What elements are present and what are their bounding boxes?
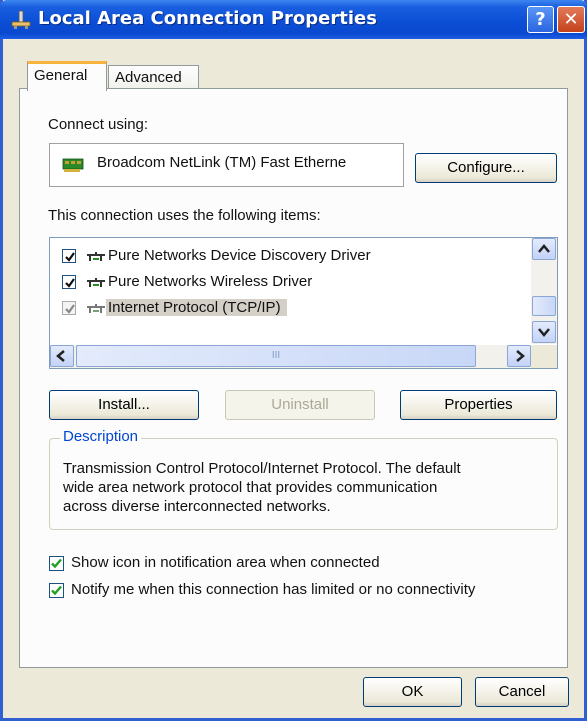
list-item[interactable]: Internet Protocol (TCP/IP) [50, 298, 530, 322]
item-label: Internet Protocol (TCP/IP) [106, 299, 287, 316]
title-bar[interactable]: Local Area Connection Properties ? ✕ [0, 0, 587, 39]
adapter-name: Broadcom NetLink (TM) Fast Etherne [97, 154, 347, 171]
network-connection-icon [11, 10, 31, 29]
scroll-up-button[interactable] [532, 238, 556, 260]
components-list[interactable]: Pure Networks Device Discovery Driver Pu… [49, 237, 558, 369]
vertical-scrollbar[interactable] [531, 238, 557, 344]
window-title: Local Area Connection Properties [38, 8, 377, 29]
chevron-left-icon [56, 350, 65, 362]
scroll-left-button[interactable] [50, 345, 74, 367]
notify-checkbox[interactable] [49, 583, 64, 598]
item-checkbox[interactable] [62, 275, 76, 289]
description-line: Transmission Control Protocol/Internet P… [63, 460, 461, 477]
connect-using-label: Connect using: [48, 116, 149, 133]
tab-general[interactable]: General [27, 61, 107, 91]
scroll-thumb[interactable] [532, 296, 556, 316]
horizontal-scrollbar[interactable]: III [50, 345, 531, 368]
notify-label: Notify me when this connection has limit… [71, 581, 476, 598]
install-button[interactable]: Install... [49, 390, 199, 420]
network-component-icon [87, 304, 105, 313]
description-line: wide area network protocol that provides… [63, 479, 438, 496]
ok-button[interactable]: OK [363, 677, 462, 707]
item-label: Pure Networks Wireless Driver [108, 273, 313, 290]
description-text: Transmission Control Protocol/Internet P… [63, 459, 543, 516]
cancel-button[interactable]: Cancel [475, 677, 569, 707]
scroll-corner [531, 345, 557, 368]
scroll-thumb[interactable]: III [76, 345, 476, 367]
description-legend: Description [60, 428, 142, 445]
list-item[interactable]: Pure Networks Wireless Driver [50, 272, 530, 296]
network-component-icon [87, 252, 105, 261]
item-checkbox[interactable] [62, 249, 76, 263]
description-line: across diverse interconnected networks. [63, 498, 331, 515]
checkmark-icon [51, 558, 62, 569]
adapter-field: Broadcom NetLink (TM) Fast Etherne [49, 143, 404, 187]
network-component-icon [87, 278, 105, 287]
chevron-down-icon [538, 328, 550, 337]
show-icon-checkbox[interactable] [49, 556, 64, 571]
chevron-up-icon [538, 244, 550, 253]
list-item[interactable]: Pure Networks Device Discovery Driver [50, 246, 530, 270]
chevron-right-icon [516, 350, 525, 362]
scroll-grip: III [271, 350, 281, 361]
configure-button[interactable]: Configure... [415, 153, 557, 183]
properties-button[interactable]: Properties [400, 390, 557, 420]
help-button[interactable]: ? [527, 6, 554, 33]
items-label: This connection uses the following items… [48, 207, 321, 224]
close-button[interactable]: ✕ [557, 6, 585, 33]
uninstall-button[interactable]: Uninstall [225, 390, 375, 420]
scroll-right-button[interactable] [507, 345, 531, 367]
item-checkbox[interactable] [62, 301, 76, 315]
network-adapter-icon [62, 158, 84, 172]
item-label: Pure Networks Device Discovery Driver [108, 247, 371, 264]
checkmark-icon [51, 585, 62, 596]
scroll-down-button[interactable] [532, 321, 556, 343]
show-icon-label: Show icon in notification area when conn… [71, 554, 380, 571]
